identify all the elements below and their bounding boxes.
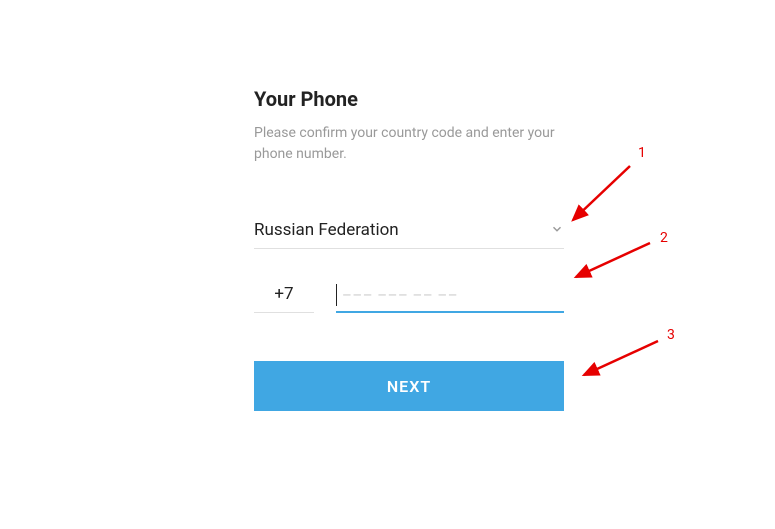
annotation-arrow-3 xyxy=(576,335,666,383)
annotation-arrow-2 xyxy=(568,237,658,285)
text-cursor xyxy=(336,284,337,306)
country-selector[interactable]: Russian Federation xyxy=(254,220,564,249)
page-subtitle: Please confirm your country code and ent… xyxy=(254,123,564,165)
next-button[interactable]: NEXT xyxy=(254,361,564,411)
chevron-down-icon xyxy=(550,221,564,240)
phone-input-wrapper[interactable]: ––– ––– –– –– xyxy=(336,284,564,313)
page-title: Your Phone xyxy=(254,87,564,111)
country-code[interactable]: +7 xyxy=(254,284,314,313)
country-name: Russian Federation xyxy=(254,220,399,240)
annotation-label-2: 2 xyxy=(660,230,668,246)
phone-row: +7 ––– ––– –– –– xyxy=(254,284,564,313)
phone-input[interactable] xyxy=(336,284,564,304)
annotation-label-3: 3 xyxy=(667,327,675,343)
annotation-arrow-1 xyxy=(565,158,640,228)
